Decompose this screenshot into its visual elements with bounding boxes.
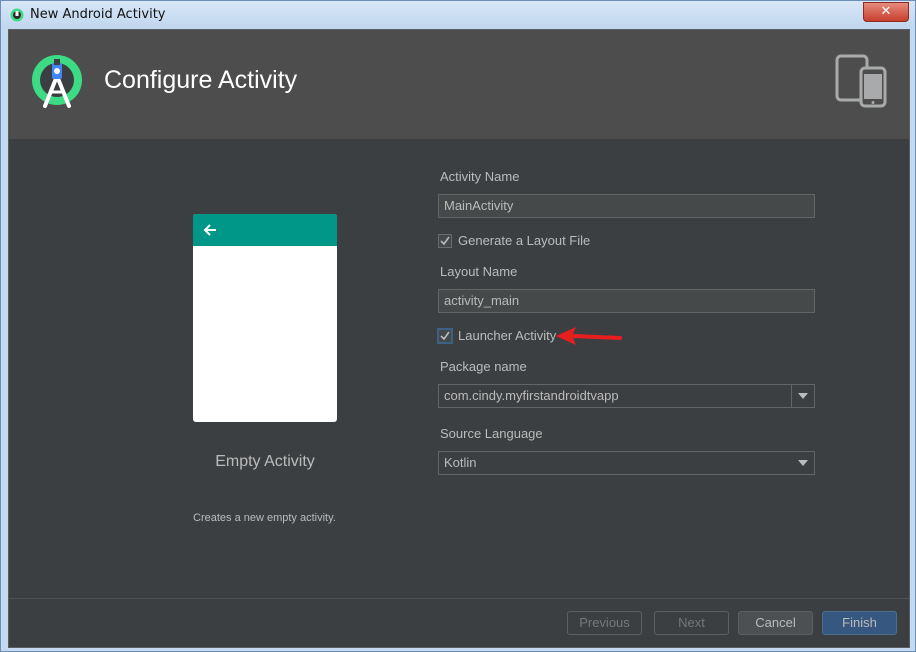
- template-name: Empty Activity: [215, 453, 315, 470]
- page-title: Configure Activity: [104, 66, 298, 94]
- annotation-arrow-icon: [556, 327, 622, 345]
- generate-layout-label: Generate a Layout File: [458, 233, 591, 248]
- package-name-label: Package name: [440, 359, 527, 374]
- previous-button[interactable]: Previous: [567, 611, 642, 635]
- chevron-down-icon: [798, 393, 808, 399]
- source-language-select[interactable]: Kotlin: [438, 451, 815, 475]
- source-language-dropdown-button[interactable]: [792, 452, 814, 474]
- preview-app-bar: [193, 214, 337, 246]
- package-name-dropdown-button[interactable]: [791, 385, 814, 407]
- chevron-down-icon: [798, 460, 808, 466]
- dialog-window: New Android Activity ✕ Configure Activit…: [0, 0, 916, 652]
- android-studio-app-icon: [10, 8, 24, 22]
- activity-name-label: Activity Name: [440, 169, 520, 184]
- generate-layout-checkbox[interactable]: [438, 234, 452, 248]
- finish-button[interactable]: Finish: [822, 611, 897, 635]
- dialog-header: Configure Activity: [9, 30, 909, 139]
- close-button[interactable]: ✕: [863, 2, 909, 22]
- checkmark-icon: [440, 236, 450, 246]
- back-arrow-icon: [203, 224, 216, 236]
- devices-icon: [835, 54, 887, 108]
- package-name-value: com.cindy.myfirstandroidtvapp: [444, 388, 619, 403]
- footer-divider: [9, 598, 909, 599]
- title-bar[interactable]: New Android Activity ✕: [1, 1, 915, 29]
- layout-name-input[interactable]: activity_main: [438, 289, 815, 313]
- activity-preview-phone: [193, 214, 337, 422]
- window-title: New Android Activity: [30, 7, 166, 22]
- package-name-combo[interactable]: com.cindy.myfirstandroidtvapp: [438, 384, 815, 408]
- layout-name-label: Layout Name: [440, 264, 518, 279]
- cancel-button[interactable]: Cancel: [738, 611, 813, 635]
- next-button[interactable]: Next: [654, 611, 729, 635]
- dialog-content: Configure Activity Empty Activity Create…: [8, 29, 910, 648]
- checkmark-icon: [440, 331, 450, 341]
- source-language-value: Kotlin: [444, 455, 477, 470]
- source-language-label: Source Language: [440, 426, 543, 441]
- launcher-activity-checkbox[interactable]: [437, 328, 453, 344]
- activity-name-input[interactable]: MainActivity: [438, 194, 815, 218]
- launcher-activity-label: Launcher Activity: [458, 328, 557, 343]
- template-description: Creates a new empty activity.: [193, 512, 336, 524]
- android-studio-logo-icon: [32, 55, 82, 108]
